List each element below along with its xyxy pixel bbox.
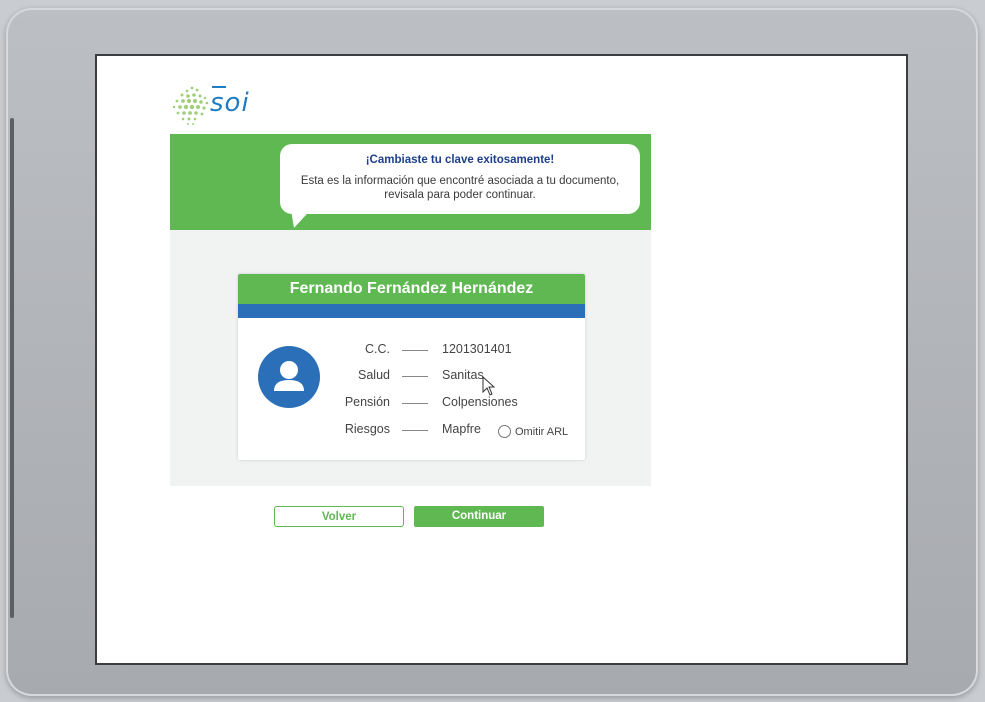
field-label-salud: Salud: [358, 368, 390, 382]
speech-bubble-tail: [290, 204, 316, 228]
field-value-pension: Colpensiones: [442, 395, 518, 409]
omit-arl-label: Omitir ARL: [515, 426, 569, 438]
message-header: ¡Cambiaste tu clave exitosamente! Esta e…: [170, 134, 651, 230]
field-separator: [402, 430, 428, 431]
info-message: Esta es la información que encontré asoc…: [300, 175, 620, 201]
user-info-card: Fernando Fernández Hernández C.C. 120130…: [238, 274, 585, 460]
card-blue-band: [238, 304, 585, 318]
profile-panel: ¡Cambiaste tu clave exitosamente! Esta e…: [170, 134, 651, 532]
field-label-cc: C.C.: [365, 342, 390, 356]
mouse-cursor-icon: [482, 376, 496, 396]
user-full-name: Fernando Fernández Hernández: [238, 274, 585, 304]
field-label-pension: Pensión: [344, 395, 390, 409]
logo-dots-icon: [172, 86, 209, 125]
field-label-riesgos: Riesgos: [344, 422, 390, 436]
back-button[interactable]: Volver: [274, 506, 404, 527]
field-separator: [402, 376, 428, 377]
field-separator: [402, 403, 428, 404]
field-value-riesgos: Mapfre: [442, 422, 481, 436]
continue-button[interactable]: Continuar: [414, 506, 544, 527]
user-silhouette-icon: [274, 361, 304, 391]
field-value-salud: Sanitas: [442, 368, 484, 382]
omit-arl-radio[interactable]: [498, 425, 511, 438]
field-value-cc: 1201301401: [442, 342, 512, 356]
speech-bubble: ¡Cambiaste tu clave exitosamente! Esta e…: [280, 144, 640, 214]
field-separator: [402, 350, 428, 351]
tablet-side-button: [10, 118, 14, 618]
user-icon: [258, 346, 320, 408]
success-title: ¡Cambiaste tu clave exitosamente!: [365, 154, 555, 166]
soi-logo: soi: [170, 84, 260, 128]
logo-text: soi: [210, 88, 250, 118]
action-footer: Volver Continuar: [170, 486, 651, 532]
